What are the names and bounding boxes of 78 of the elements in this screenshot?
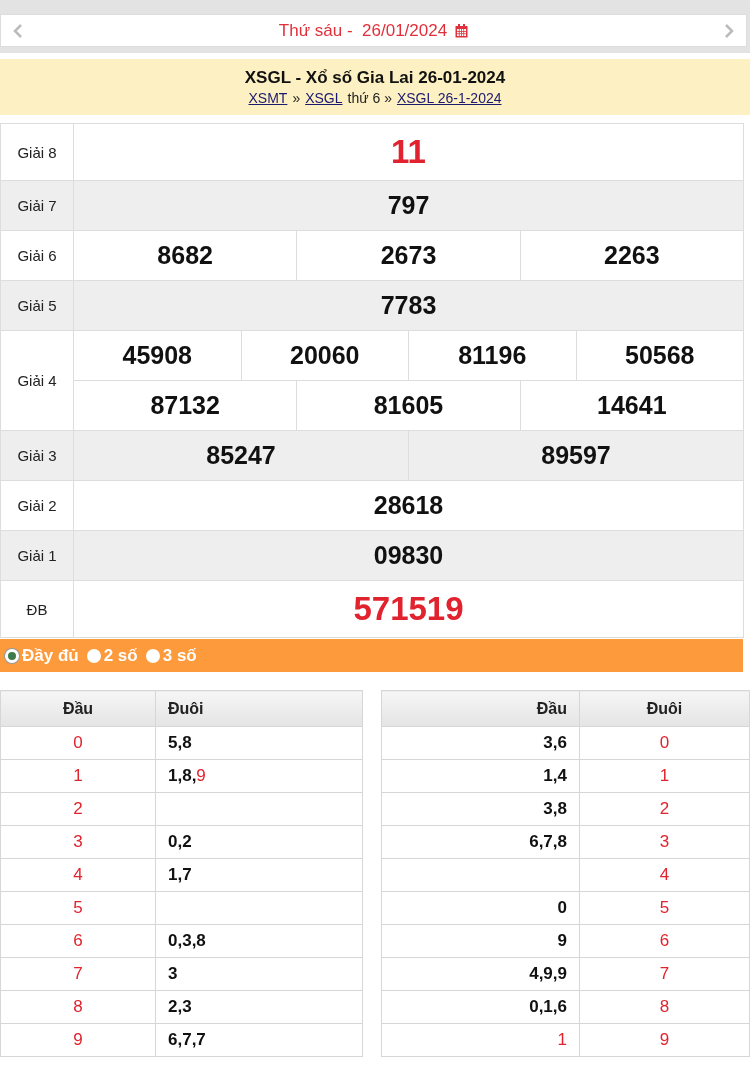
head-list-cell: 9 bbox=[381, 924, 580, 958]
head-digit-cell: 4 bbox=[0, 858, 156, 892]
head-digit-cell: 1 bbox=[0, 759, 156, 793]
head-list-cell: 3,6 bbox=[381, 726, 580, 760]
previous-day-icon[interactable] bbox=[13, 22, 23, 39]
tail-digit-cell: 9 bbox=[579, 1023, 750, 1057]
tail-list-cell: 3 bbox=[155, 957, 363, 991]
prize-label: Giải 6 bbox=[0, 230, 74, 281]
breadcrumb-link[interactable]: XSGL 26-1-2024 bbox=[396, 90, 502, 106]
tail-list-cell: 1,7 bbox=[155, 858, 363, 892]
column-header: Đuôi bbox=[155, 690, 363, 727]
head-list-cell: 0 bbox=[381, 891, 580, 925]
prize-label: Giải 5 bbox=[0, 280, 74, 331]
prize-number: 2673 bbox=[296, 231, 520, 280]
tail-digit-cell: 1 bbox=[579, 759, 750, 793]
prize-number: 87132 bbox=[149, 390, 221, 421]
head-digit-cell: 6 bbox=[0, 924, 156, 958]
tail-digit-cell: 5 bbox=[579, 891, 750, 925]
tail-digit-cell: 4 bbox=[579, 858, 750, 892]
breadcrumb-link[interactable]: XSGL bbox=[305, 90, 343, 106]
prize-number: 7783 bbox=[379, 290, 438, 321]
breadcrumb-text: thứ 6 » bbox=[347, 90, 392, 106]
prize-number: 28618 bbox=[372, 490, 445, 521]
head-digit-cell: 9 bbox=[0, 1023, 156, 1057]
tail-list-cell: 1,8,9 bbox=[155, 759, 363, 793]
prize-number: 14641 bbox=[519, 381, 743, 430]
prize-number: 89597 bbox=[408, 431, 743, 480]
head-list-cell: 4,9,9 bbox=[381, 957, 580, 991]
prize-number: 09830 bbox=[372, 540, 445, 571]
head-digit-cell: 8 bbox=[0, 990, 156, 1024]
calendar-icon[interactable] bbox=[455, 23, 469, 38]
prize-number: 797 bbox=[386, 190, 431, 221]
tail-digit-cell: 6 bbox=[579, 924, 750, 958]
next-day-icon[interactable] bbox=[724, 22, 734, 39]
prize-number: 2263 bbox=[519, 231, 743, 280]
head-list-cell: 1,4 bbox=[381, 759, 580, 793]
prize-label: Giải 3 bbox=[0, 430, 74, 481]
column-header: Đuôi bbox=[579, 690, 750, 727]
head-digit-cell: 0 bbox=[0, 726, 156, 760]
head-list-cell: 0,1,6 bbox=[381, 990, 580, 1024]
prize-label: Giải 8 bbox=[0, 123, 74, 181]
tail-digit-cell: 3 bbox=[579, 825, 750, 859]
prize-label: Giải 7 bbox=[0, 180, 74, 231]
tail-list-cell: 2,3 bbox=[155, 990, 363, 1024]
column-header: Đầu bbox=[381, 690, 580, 727]
prize-number: 571519 bbox=[352, 589, 465, 629]
prize-number: 45908 bbox=[121, 340, 193, 371]
tail-digit-cell: 8 bbox=[579, 990, 750, 1024]
tail-digit-cell: 0 bbox=[579, 726, 750, 760]
breadcrumb-link[interactable]: XSMT bbox=[248, 90, 288, 106]
prize-label: Giải 4 bbox=[0, 330, 74, 431]
tail-list-cell: 6,7,7 bbox=[155, 1023, 363, 1057]
prize-number: 11 bbox=[390, 132, 427, 172]
column-header: Đầu bbox=[0, 690, 156, 727]
head-digit-cell: 5 bbox=[0, 891, 156, 925]
tail-list-cell: 5,8 bbox=[155, 726, 363, 760]
head-digit-cell: 7 bbox=[0, 957, 156, 991]
prize-number: 85247 bbox=[205, 440, 277, 471]
tail-digit-cell: 2 bbox=[579, 792, 750, 826]
date-label: Thứ sáu - 26/01/2024 bbox=[278, 20, 448, 41]
prize-number: 20060 bbox=[240, 331, 408, 380]
prize-number: 81605 bbox=[296, 381, 520, 430]
head-list-cell: 1 bbox=[381, 1023, 580, 1057]
prize-label: Giải 2 bbox=[0, 480, 74, 531]
breadcrumb-text: » bbox=[292, 90, 301, 106]
tail-list-cell: 0,3,8 bbox=[155, 924, 363, 958]
prize-label: ĐB bbox=[0, 580, 74, 638]
head-digit-cell: 2 bbox=[0, 792, 156, 826]
page-title: XSGL - Xổ số Gia Lai 26-01-2024 bbox=[243, 68, 507, 88]
tail-list-cell: 0,2 bbox=[155, 825, 363, 859]
head-digit-cell: 3 bbox=[0, 825, 156, 859]
prize-label: Giải 1 bbox=[0, 530, 74, 581]
prize-number: 8682 bbox=[156, 240, 214, 271]
head-list-cell: 3,8 bbox=[381, 792, 580, 826]
prize-number: 81196 bbox=[408, 331, 576, 380]
head-list-cell: 6,7,8 bbox=[381, 825, 580, 859]
tail-digit-cell: 7 bbox=[579, 957, 750, 991]
prize-number: 50568 bbox=[575, 331, 743, 380]
